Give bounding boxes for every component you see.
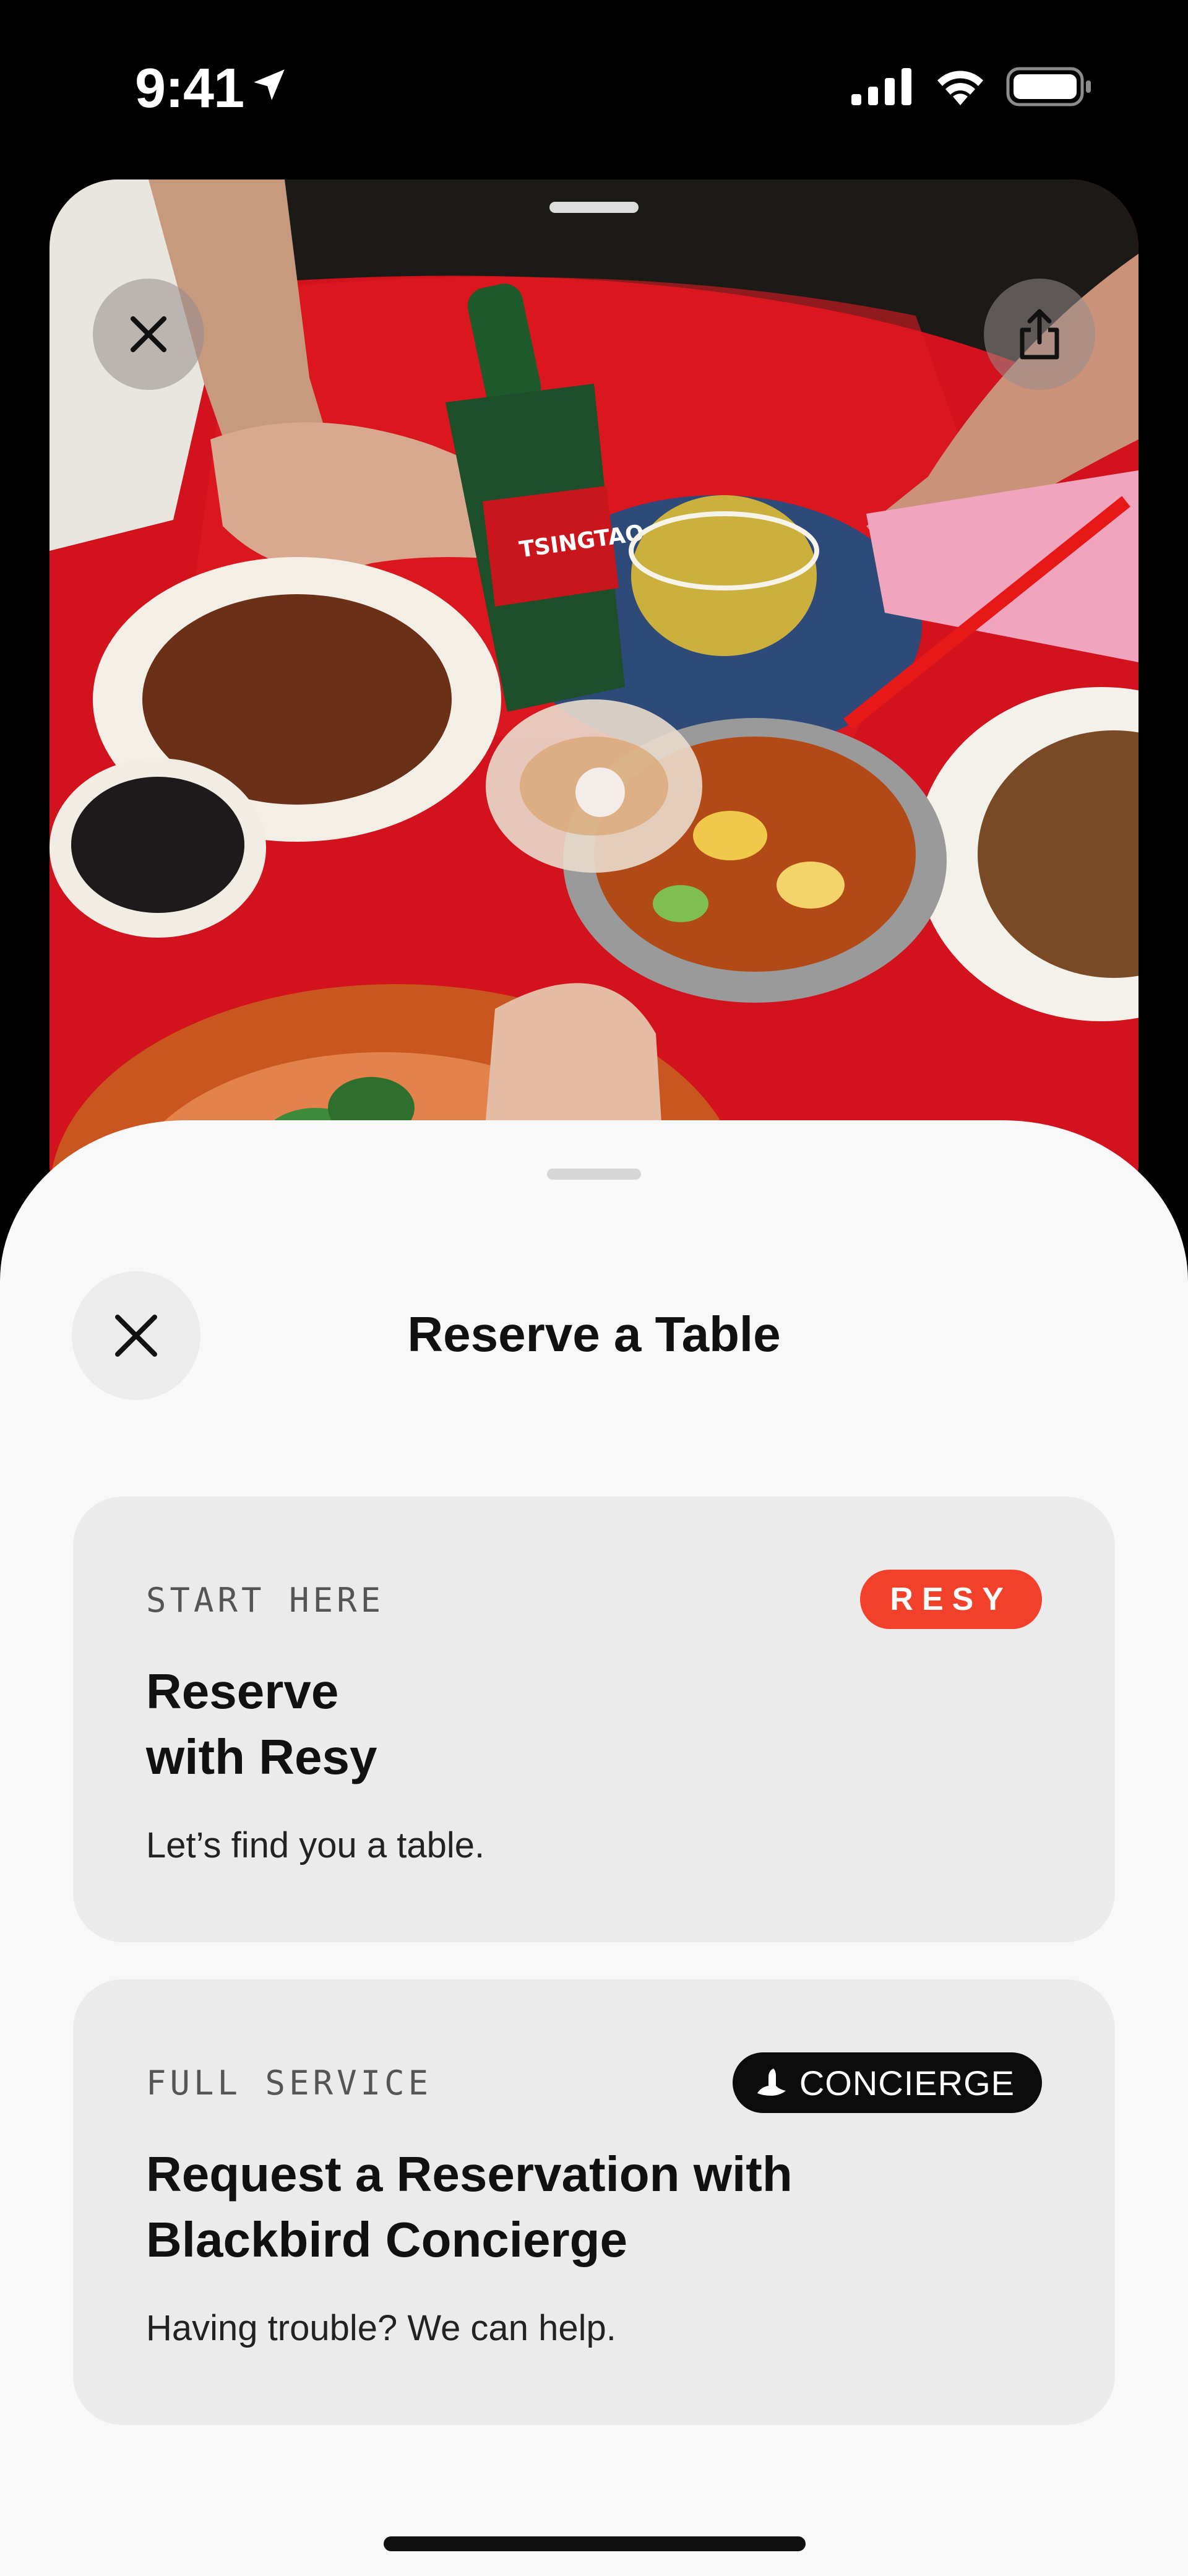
sheet-title: Reserve a Table — [407, 1307, 781, 1362]
card-heading-line: with Resy — [146, 1729, 377, 1784]
card-heading-line: Request a Reservation with — [146, 2146, 793, 2202]
close-icon — [131, 316, 166, 352]
photo-sheet-grabber[interactable] — [549, 202, 639, 213]
wifi-icon — [937, 71, 983, 105]
card-eyebrow: FULL SERVICE — [146, 2064, 433, 2103]
location-arrow-icon — [254, 69, 285, 100]
concierge-badge-label: CONCIERGE — [799, 2063, 1015, 2103]
concierge-badge: CONCIERGE — [732, 2052, 1042, 2113]
card-heading-line: Blackbird Concierge — [146, 2212, 628, 2267]
resy-badge: RESY — [860, 1570, 1042, 1629]
sheet-grabber[interactable] — [547, 1169, 641, 1180]
blackbird-icon — [757, 2068, 786, 2096]
photo-close-button[interactable] — [93, 279, 204, 390]
cellular-signal-icon — [851, 68, 911, 105]
request-concierge-card[interactable]: FULL SERVICE CONCIERGE Request a Reserva… — [73, 1979, 1115, 2425]
reserve-sheet: Reserve a Table START HERE RESY Reserve … — [0, 1120, 1188, 2576]
card-heading: Reserve with Resy — [146, 1659, 950, 1790]
restaurant-photo: TSINGTAO — [50, 179, 1138, 1232]
status-bar: 9:41 — [0, 0, 1188, 173]
reserve-with-resy-card[interactable]: START HERE RESY Reserve with Resy Let’s … — [73, 1497, 1115, 1942]
status-time: 9:41 — [135, 58, 244, 119]
battery-icon — [1006, 67, 1091, 106]
card-heading-line: Reserve — [146, 1664, 339, 1719]
share-icon — [1020, 309, 1059, 360]
home-indicator[interactable] — [384, 2536, 806, 2551]
share-button[interactable] — [984, 279, 1095, 390]
restaurant-photo-card: TSINGTAO — [50, 179, 1138, 1232]
card-eyebrow: START HERE — [146, 1581, 385, 1620]
card-subtitle: Having trouble? We can help. — [146, 2308, 616, 2348]
card-subtitle: Let’s find you a table. — [146, 1825, 485, 1865]
card-heading: Request a Reservation with Blackbird Con… — [146, 2142, 950, 2273]
